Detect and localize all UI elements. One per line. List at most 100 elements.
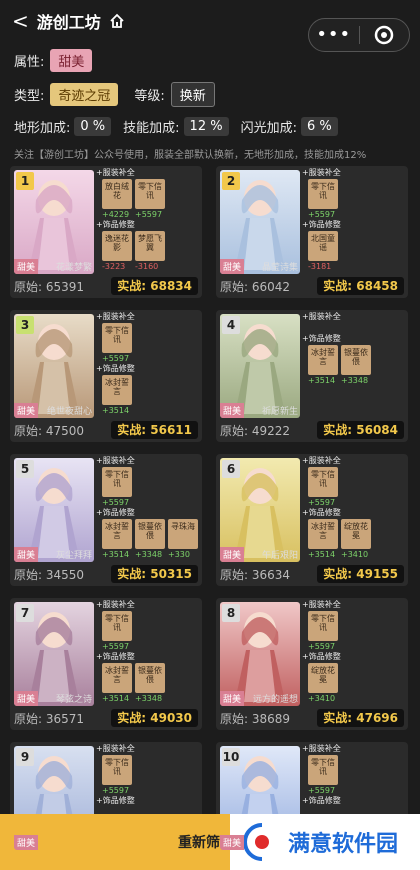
- attribute-tag[interactable]: 甜美: [50, 48, 93, 72]
- ranking-card[interactable]: 5 甜美 灰尘拜拜 +服装补全 零下信讯 +5597 +饰品修整 冰封誓言 +351…: [10, 454, 202, 586]
- original-label: 原始:: [14, 279, 43, 294]
- accessory-item[interactable]: 梦愿飞翼 -3160: [135, 231, 165, 271]
- accessory-item[interactable]: 银蔓依偎 +3348: [135, 663, 165, 703]
- original-value: 36571: [45, 711, 85, 726]
- costume-item[interactable]: 零下信讯 +5597: [308, 467, 338, 507]
- accessory-item[interactable]: 寻珠海 +330: [168, 519, 198, 559]
- accessory-item[interactable]: 绽放花冕 +3410: [308, 663, 338, 703]
- item-name: 寻珠海: [171, 522, 195, 531]
- ranking-card[interactable]: 7 甜美 琴弦之诗 +服装补全 零下信讯 +5597 +饰品修整 冰封誓言 +351…: [10, 598, 202, 730]
- accessory-item[interactable]: 冰封誓言 +3514: [102, 519, 132, 559]
- suit-name: 晶莹诗集: [261, 263, 298, 273]
- target-icon[interactable]: [360, 25, 410, 45]
- accessory-section-label: +饰品修整: [96, 364, 135, 373]
- item-bonus: +5597: [102, 498, 130, 507]
- actual-label: 实战:: [117, 279, 147, 293]
- actual-value: 56611: [150, 423, 192, 437]
- costume-item[interactable]: 零下信讯 +5597: [308, 611, 338, 651]
- costume-item[interactable]: 零下信讯 +5597: [102, 611, 132, 651]
- actual-label: 实战:: [323, 423, 353, 437]
- rank-badge: 2: [222, 172, 240, 190]
- outfit-portrait: 3 甜美 绝世夜甜心: [14, 314, 94, 418]
- costume-item[interactable]: 零下信讯 +5597: [308, 755, 338, 795]
- costume-item[interactable]: 零下信讯 +5597: [102, 755, 132, 795]
- item-name: 银蔓依偎: [344, 348, 368, 366]
- attribute-badge: 甜美: [220, 691, 245, 706]
- accessory-section-label: +饰品修整: [302, 220, 341, 229]
- original-value: 38689: [251, 711, 291, 726]
- ranking-card[interactable]: 8 甜美 远方的遥想 +服装补全 零下信讯 +5597 +饰品修整 绽放花冕 +34…: [216, 598, 408, 730]
- original-label: 原始:: [14, 423, 43, 438]
- terrain-value[interactable]: 0 %: [74, 116, 112, 136]
- costume-item[interactable]: 放白绒花 +4229: [102, 179, 132, 219]
- item-bonus: +3348: [341, 376, 369, 385]
- accessory-item[interactable]: 北国童谣 -3181: [308, 231, 338, 271]
- attribute-badge: 甜美: [220, 835, 245, 850]
- costume-item[interactable]: 零下信讯 +5597: [102, 323, 132, 363]
- accessory-item[interactable]: 银蔓依偎 +3348: [341, 345, 371, 385]
- item-bonus: -3181: [308, 262, 332, 271]
- refilter-button[interactable]: 重新筛: [178, 832, 220, 852]
- bonus-details: +服装补全 +饰品修整 冰封誓言 +3514 银蔓依偎 +3348: [302, 312, 406, 385]
- original-value: 49222: [251, 423, 291, 438]
- item-name: 绽放花冕: [311, 666, 335, 684]
- costume-section-label: +服装补全: [96, 168, 135, 177]
- item-name: 冰封誓言: [105, 666, 129, 684]
- accessory-item[interactable]: 逸迷花影 -3223: [102, 231, 132, 271]
- score-row: 原始: 49222 实战: 56084: [220, 421, 404, 439]
- level-tag[interactable]: 换新: [170, 81, 215, 107]
- outfit-portrait: 7 甜美 琴弦之诗: [14, 602, 94, 706]
- original-score: 原始: 36634: [220, 566, 290, 583]
- costume-item[interactable]: 零下信讯 +5597: [102, 467, 132, 507]
- result-grid: 1 甜美 花漾梦繁 +服装补全 放白绒花 +4229 零下信讯 +5597 +饰品修整…: [10, 166, 410, 870]
- actual-label: 实战:: [117, 711, 147, 725]
- ranking-card[interactable]: 2 甜美 晶莹诗集 +服装补全 零下信讯 +5597 +饰品修整 北国童谣 -318…: [216, 166, 408, 298]
- score-row: 原始: 66042 实战: 68458: [220, 277, 404, 295]
- accessory-items: 冰封誓言 +3514: [102, 375, 200, 415]
- suit-name: 花漾梦繁: [55, 263, 92, 273]
- home-icon[interactable]: [109, 13, 125, 29]
- score-row: 原始: 34550 实战: 50315: [14, 565, 198, 583]
- item-bonus: +5597: [308, 498, 336, 507]
- accessory-item[interactable]: 银蔓依偎 +3348: [135, 519, 165, 559]
- item-name: 零下信讯: [138, 182, 162, 200]
- flash-value[interactable]: 6 %: [300, 116, 338, 136]
- actual-score: 实战: 56084: [317, 421, 404, 439]
- ranking-card[interactable]: 6 甜美 午后艰阳 +服装补全 零下信讯 +5597 +饰品修整 冰封誓言 +351…: [216, 454, 408, 586]
- ranking-card[interactable]: 1 甜美 花漾梦繁 +服装补全 放白绒花 +4229 零下信讯 +5597 +饰品修整…: [10, 166, 202, 298]
- accessory-item[interactable]: 冰封誓言 +3514: [308, 519, 338, 559]
- accessory-section-label: +饰品修整: [302, 652, 341, 661]
- outfit-portrait: 4 甜美 祈愿新生: [220, 314, 300, 418]
- outfit-portrait: 8 甜美 远方的遥想: [220, 602, 300, 706]
- costume-item[interactable]: 零下信讯 +5597: [308, 179, 338, 219]
- type-tag[interactable]: 奇迹之冠: [50, 82, 119, 106]
- actual-score: 实战: 49030: [111, 709, 198, 727]
- bonus-details: +服装补全 零下信讯 +5597 +饰品修整: [302, 744, 406, 808]
- accessory-items: 逸迷花影 -3223 梦愿飞翼 -3160: [102, 231, 200, 271]
- actual-score: 实战: 49155: [317, 565, 404, 583]
- item-name: 零下信讯: [105, 470, 129, 488]
- back-icon[interactable]: <: [12, 9, 29, 33]
- item-name: 冰封誓言: [105, 522, 129, 540]
- accessory-item[interactable]: 冰封誓言 +3514: [102, 663, 132, 703]
- item-name: 冰封誓言: [311, 522, 335, 540]
- outfit-portrait: 5 甜美 灰尘拜拜: [14, 458, 94, 562]
- level-label: 等级:: [134, 88, 165, 104]
- accessory-item[interactable]: 冰封誓言 +3514: [102, 375, 132, 415]
- item-name: 北国童谣: [311, 234, 335, 252]
- costume-item[interactable]: 零下信讯 +5597: [135, 179, 165, 219]
- actual-label: 实战:: [323, 567, 353, 581]
- rank-badge: 5: [16, 460, 34, 478]
- ranking-card[interactable]: 3 甜美 绝世夜甜心 +服装补全 零下信讯 +5597 +饰品修整 冰封誓言 +35…: [10, 310, 202, 442]
- accessory-section-label: +饰品修整: [96, 508, 135, 517]
- original-value: 66042: [251, 279, 291, 294]
- score-row: 原始: 36634 实战: 49155: [220, 565, 404, 583]
- accessory-item[interactable]: 绽放花冕 +3410: [341, 519, 371, 559]
- accessory-item[interactable]: 冰封誓言 +3514: [308, 345, 338, 385]
- accessory-section-label: +饰品修整: [302, 796, 341, 805]
- ranking-card[interactable]: 4 甜美 祈愿新生 +服装补全 +饰品修整 冰封誓言 +3514 银蔓依偎 +3348…: [216, 310, 408, 442]
- skill-value[interactable]: 12 %: [183, 116, 229, 136]
- footer-bar: 重新筛 满意软件园: [0, 814, 420, 870]
- attribute-badge: 甜美: [14, 835, 39, 850]
- more-icon[interactable]: •••: [309, 20, 359, 50]
